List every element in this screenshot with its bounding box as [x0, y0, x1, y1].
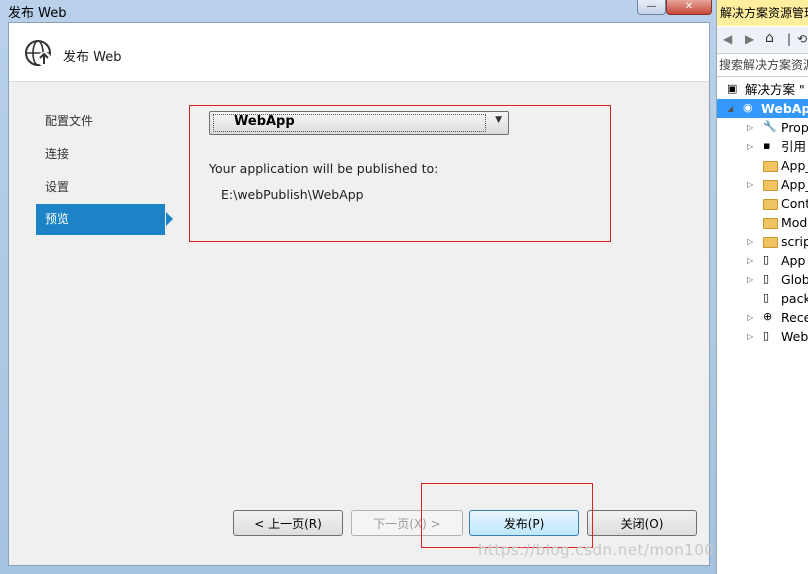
wizard-nav: 配置文件 连接 设置 预览: [36, 105, 176, 235]
expand-icon[interactable]: ▷: [747, 175, 753, 194]
references-icon: ▪: [763, 139, 771, 152]
publish-message: Your application will be published to:: [209, 161, 439, 176]
previous-button[interactable]: < 上一页(R): [233, 510, 343, 536]
tree-item[interactable]: ▷ App_: [717, 175, 808, 194]
expand-icon[interactable]: ▷: [747, 308, 753, 327]
expand-icon[interactable]: ▷: [747, 118, 753, 137]
window-title: 发布 Web: [8, 6, 67, 21]
globe-upload-icon: [25, 40, 51, 66]
tree-item[interactable]: ▷ ▪ 引用: [717, 137, 808, 156]
tree-item-label: 引用: [781, 139, 807, 154]
dialog-header: 发布 Web: [9, 23, 709, 82]
tree-item-label: WebApp: [761, 101, 808, 116]
profile-dropdown[interactable]: WebApp ▼: [209, 111, 509, 135]
dialog-title: 发布 Web: [63, 50, 122, 65]
tree-item-label: Cont: [781, 196, 808, 211]
tree-item[interactable]: Cont: [717, 194, 808, 213]
nav-item-connection[interactable]: 连接: [36, 138, 176, 171]
solution-icon: ▣: [727, 82, 738, 95]
expand-icon[interactable]: ▷: [747, 327, 753, 346]
expand-icon[interactable]: ▷: [747, 232, 753, 251]
file-icon: ▯: [763, 272, 770, 285]
tree-item[interactable]: ▷ ▯ App: [717, 251, 808, 270]
tree-item-label: Glob: [781, 272, 808, 287]
close-icon: ✕: [684, 1, 694, 12]
solution-tree: ▣解决方案 "◢◉WebApp▷🔧Prop▷▪引用App_▷App_ContMo…: [717, 80, 808, 346]
nav-item-preview[interactable]: 预览: [36, 204, 173, 235]
sync-icon[interactable]: ⟲: [797, 32, 807, 46]
folder-icon: [763, 237, 778, 248]
back-icon[interactable]: ◀: [723, 32, 732, 46]
file-icon: ▯: [763, 253, 770, 266]
tree-item-label: App_: [781, 177, 808, 192]
tree-item-label: Rece: [781, 310, 808, 325]
folder-icon: [763, 161, 778, 172]
nav-item-profile[interactable]: 配置文件: [36, 105, 176, 138]
tree-item-label: scrip: [781, 234, 808, 249]
tree-item[interactable]: ▷ ▯ Web: [717, 327, 808, 346]
tree-item[interactable]: ▷ scrip: [717, 232, 808, 251]
title-bar: 发布 Web — ✕: [0, 0, 716, 22]
tree-item[interactable]: ▯ pack: [717, 289, 808, 308]
publish-path: E:\webPublish\WebApp: [221, 187, 364, 202]
globe-icon: ⊕: [763, 310, 773, 323]
folder-icon: [763, 199, 778, 210]
chevron-down-icon: ▼: [495, 115, 502, 125]
tree-item[interactable]: App_: [717, 156, 808, 175]
watermark: https://blog.csdn.net/mon1003: [478, 541, 725, 559]
window-frame: 发布 Web — ✕ 发布 Web 配置文件 连接 设置 预览 WebApp ▼: [0, 0, 724, 574]
expand-icon[interactable]: ▷: [747, 270, 753, 289]
tree-item[interactable]: Mod: [717, 213, 808, 232]
tree-item-label: App_: [781, 158, 808, 173]
minimize-button[interactable]: —: [637, 0, 666, 15]
nav-item-settings[interactable]: 设置: [36, 171, 176, 204]
tree-item[interactable]: ▷ ⊕ Rece: [717, 308, 808, 327]
tree-item-label: 解决方案 ": [745, 82, 805, 97]
solution-search-input[interactable]: 搜索解决方案资源: [717, 54, 808, 77]
close-button[interactable]: 关闭(O): [587, 510, 697, 536]
separator-icon: |: [787, 32, 792, 46]
tree-item-label: Web: [781, 329, 808, 344]
file-icon: ▯: [763, 291, 770, 304]
forward-icon[interactable]: ▶: [745, 32, 754, 46]
expand-icon[interactable]: ▷: [747, 251, 753, 270]
publish-dialog: 发布 Web 配置文件 连接 设置 预览 WebApp ▼ Your appli…: [8, 22, 710, 566]
tree-item-label: Mod: [781, 215, 808, 230]
solution-explorer-toolbar: ◀ ▶ ⌂ | ⟲: [717, 27, 808, 54]
tree-item[interactable]: ▷ 🔧 Prop: [717, 118, 808, 137]
tree-item-label: Prop: [781, 120, 808, 135]
folder-icon: [763, 218, 778, 229]
tree-item-label: pack: [781, 291, 808, 306]
minimize-icon: —: [646, 1, 657, 12]
expand-icon[interactable]: ▷: [747, 137, 753, 156]
solution-explorer: 解决方案资源管理 ◀ ▶ ⌂ | ⟲ 搜索解决方案资源 ▣ 解决方案 " ◢ ◉ Web…: [716, 0, 808, 574]
tree-item[interactable]: ◢ ◉ WebApp: [717, 99, 808, 118]
tree-item-label: App: [781, 253, 806, 268]
collapse-icon[interactable]: ◢: [727, 99, 733, 118]
close-window-button[interactable]: ✕: [666, 0, 712, 15]
file-icon: ▯: [763, 329, 770, 342]
annotation-box-publish: [421, 483, 593, 548]
home-icon[interactable]: ⌂: [765, 30, 774, 46]
folder-icon: [763, 180, 778, 191]
tree-item[interactable]: ▣ 解决方案 ": [717, 80, 808, 99]
profile-dropdown-value: WebApp: [234, 114, 295, 129]
solution-explorer-title: 解决方案资源管理: [717, 0, 808, 26]
web-project-icon: ◉: [743, 101, 753, 114]
tree-item[interactable]: ▷ ▯ Glob: [717, 270, 808, 289]
wrench-icon: 🔧: [763, 120, 777, 133]
